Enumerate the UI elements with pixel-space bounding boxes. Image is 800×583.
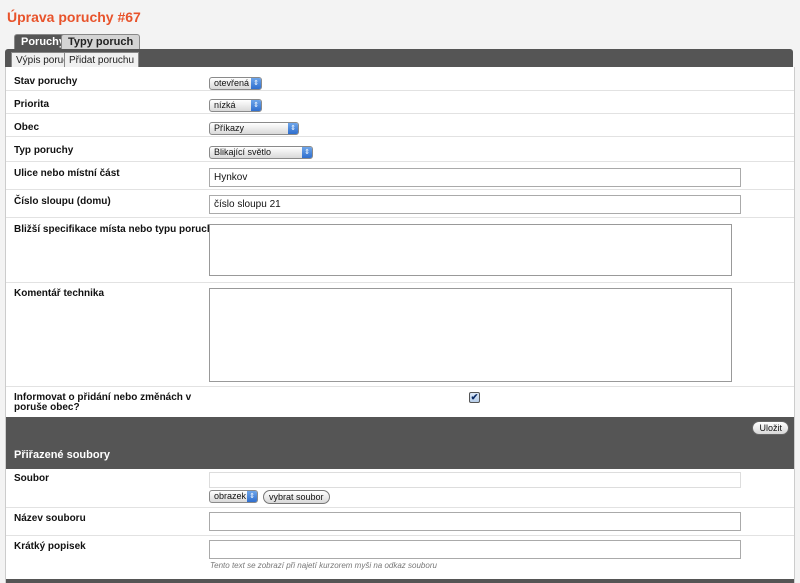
save-button[interactable]: Uložit xyxy=(752,421,789,435)
status-select-value: otevřená xyxy=(214,78,250,88)
details-label: Bližší specifikace místa nebo typu poruc… xyxy=(14,224,219,235)
short-desc-label: Krátký popisek xyxy=(14,541,86,552)
status-label: Stav poruchy xyxy=(14,76,78,87)
subtab-pridat-poruchu[interactable]: Přidat poruchu xyxy=(64,52,140,68)
priority-label: Priorita xyxy=(14,99,50,110)
technician-comment-label: Komentář technika xyxy=(14,288,105,299)
updown-arrows-icon: ⇕ xyxy=(288,123,298,134)
row-priority: Priorita nízká ⇕ xyxy=(6,90,794,114)
pole-number-label: Číslo sloupu (domu) xyxy=(14,196,111,207)
municipality-select[interactable]: Příkazy ⇕ xyxy=(209,122,299,135)
notify-label: Informovat o přidání nebo změnách v poru… xyxy=(14,392,192,413)
row-file: Soubor obrazek ⇕ vybrat soubor xyxy=(6,469,794,508)
street-label: Ulice nebo místní část xyxy=(14,168,120,179)
updown-arrows-icon: ⇕ xyxy=(302,147,312,158)
row-details: Bližší specifikace místa nebo typu poruc… xyxy=(6,217,794,283)
priority-select-value: nízká xyxy=(214,100,236,110)
bottom-bar xyxy=(6,579,794,583)
notify-checkbox[interactable]: ✔ xyxy=(469,392,480,403)
short-desc-hint: Tento text se zobrazí při najetí kurzore… xyxy=(210,561,437,570)
row-technician-comment: Komentář technika xyxy=(6,282,794,387)
technician-comment-textarea[interactable] xyxy=(209,288,732,382)
file-type-select[interactable]: obrazek ⇕ xyxy=(209,490,258,503)
street-input[interactable]: Hynkov xyxy=(209,168,741,187)
row-file-name: Název souboru xyxy=(6,507,794,536)
row-street: Ulice nebo místní část Hynkov xyxy=(6,161,794,190)
short-desc-input[interactable] xyxy=(209,540,741,559)
pole-number-input[interactable]: číslo sloupu 21 xyxy=(209,195,741,214)
row-municipality: Obec Příkazy ⇕ xyxy=(6,113,794,137)
files-section-header: Uložit Přiřazené soubory xyxy=(6,417,794,469)
updown-arrows-icon: ⇕ xyxy=(251,78,261,89)
tab-typy-poruch[interactable]: Typy poruch xyxy=(61,34,141,50)
row-notify: Informovat o přidání nebo změnách v poru… xyxy=(6,386,794,417)
row-pole-number: Číslo sloupu (domu) číslo sloupu 21 xyxy=(6,189,794,218)
priority-select[interactable]: nízká ⇕ xyxy=(209,99,262,112)
municipality-select-value: Příkazy xyxy=(214,123,245,133)
file-name-input[interactable] xyxy=(209,512,741,531)
page-title: Úprava poruchy #67 xyxy=(7,9,141,25)
file-label: Soubor xyxy=(14,473,49,484)
file-type-select-value: obrazek xyxy=(214,491,247,501)
fault-type-label: Typ poruchy xyxy=(14,145,74,156)
fault-type-select-value: Blikající světlo xyxy=(214,147,272,157)
updown-arrows-icon: ⇕ xyxy=(247,491,257,502)
file-input[interactable] xyxy=(209,472,741,488)
form-panel: Stav poruchy otevřená ⇕ Priorita nízká ⇕… xyxy=(5,67,795,583)
row-status: Stav poruchy otevřená ⇕ xyxy=(6,67,794,91)
row-fault-type: Typ poruchy Blikající světlo ⇕ xyxy=(6,136,794,162)
updown-arrows-icon: ⇕ xyxy=(251,100,261,111)
details-textarea[interactable] xyxy=(209,224,732,276)
municipality-label: Obec xyxy=(14,122,40,133)
fault-type-select[interactable]: Blikající světlo ⇕ xyxy=(209,146,313,159)
file-name-label: Název souboru xyxy=(14,513,86,524)
files-section-title: Přiřazené soubory xyxy=(14,449,110,461)
row-short-desc: Krátký popisek Tento text se zobrazí při… xyxy=(6,535,794,579)
choose-file-button[interactable]: vybrat soubor xyxy=(263,490,330,504)
status-select[interactable]: otevřená ⇕ xyxy=(209,77,262,90)
